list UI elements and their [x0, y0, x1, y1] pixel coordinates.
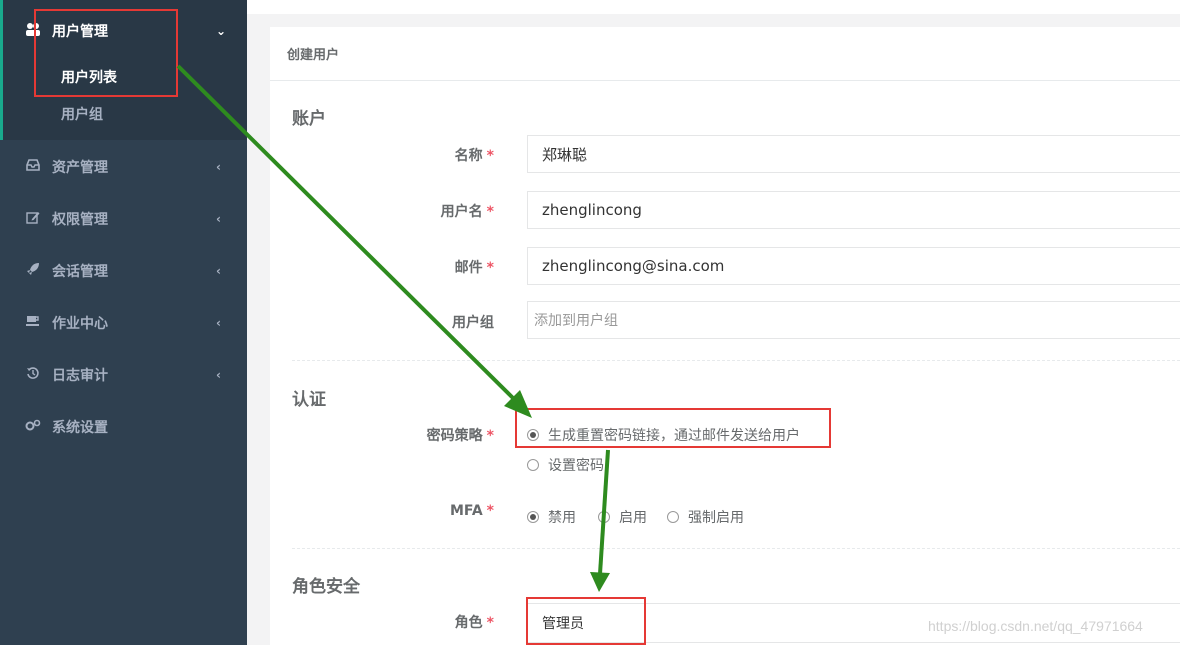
- annotation-arrows: [176, 64, 610, 592]
- annotation-arrow-to-role: [598, 449, 610, 575]
- annotation-arrowhead: [590, 572, 610, 592]
- annotation-arrow-to-password: [176, 64, 522, 407]
